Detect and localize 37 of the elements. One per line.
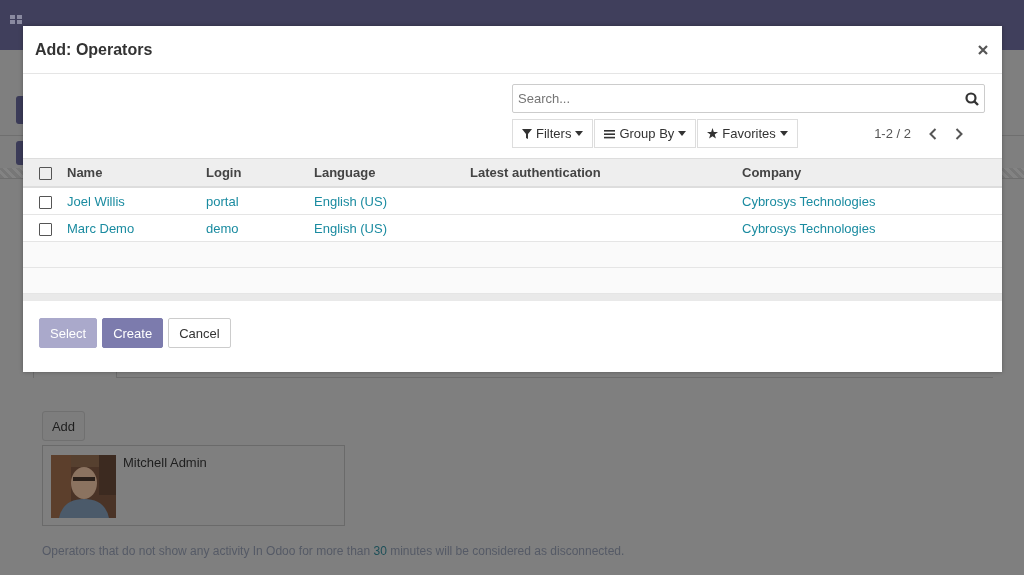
star-icon bbox=[707, 128, 719, 139]
caret-icon bbox=[575, 131, 584, 136]
search-icon[interactable] bbox=[965, 92, 979, 106]
close-icon[interactable] bbox=[978, 44, 988, 55]
dialog-title: Add: Operators bbox=[35, 40, 153, 59]
search-option-button[interactable]: Filters bbox=[512, 119, 594, 148]
row-checkbox[interactable] bbox=[39, 195, 52, 209]
column-header[interactable]: Name bbox=[63, 158, 202, 187]
table-cell: Joel Willis bbox=[63, 187, 202, 215]
apps-menu-icon[interactable] bbox=[10, 15, 22, 24]
row-checkbox[interactable] bbox=[39, 222, 52, 236]
dialog-button[interactable]: Cancel bbox=[168, 318, 231, 348]
filter-icon bbox=[522, 128, 532, 139]
operator-name: Mitchell Admin bbox=[123, 455, 207, 470]
list-icon bbox=[604, 128, 616, 139]
search-option-button[interactable]: Favorites bbox=[697, 119, 798, 148]
column-header[interactable]: Language bbox=[310, 158, 466, 187]
caret-icon bbox=[779, 131, 788, 136]
table-cell: portal bbox=[202, 187, 310, 215]
select-all-checkbox[interactable] bbox=[39, 167, 52, 181]
search-option-button[interactable]: Group By bbox=[594, 119, 697, 148]
table-cell: Cybrosys Technologies bbox=[738, 187, 1002, 215]
column-header[interactable]: Login bbox=[202, 158, 310, 187]
column-header[interactable]: Company bbox=[738, 158, 1002, 187]
previous-icon[interactable] bbox=[929, 127, 937, 140]
table-cell: English (US) bbox=[310, 187, 466, 215]
search-field[interactable]: Search... bbox=[512, 84, 985, 113]
caret-icon bbox=[678, 131, 687, 136]
next-icon[interactable] bbox=[955, 127, 963, 140]
pager-value: 1-2 / 2 bbox=[874, 126, 911, 141]
column-header[interactable]: Latest authentication bbox=[466, 158, 738, 187]
add-button[interactable]: Add bbox=[42, 411, 85, 441]
table-cell: Cybrosys Technologies bbox=[738, 214, 1002, 242]
table-cell: Marc Demo bbox=[63, 214, 202, 242]
table-cell: English (US) bbox=[310, 214, 466, 242]
dialog-button[interactable]: Create bbox=[102, 318, 164, 348]
table-cell: demo bbox=[202, 214, 310, 242]
